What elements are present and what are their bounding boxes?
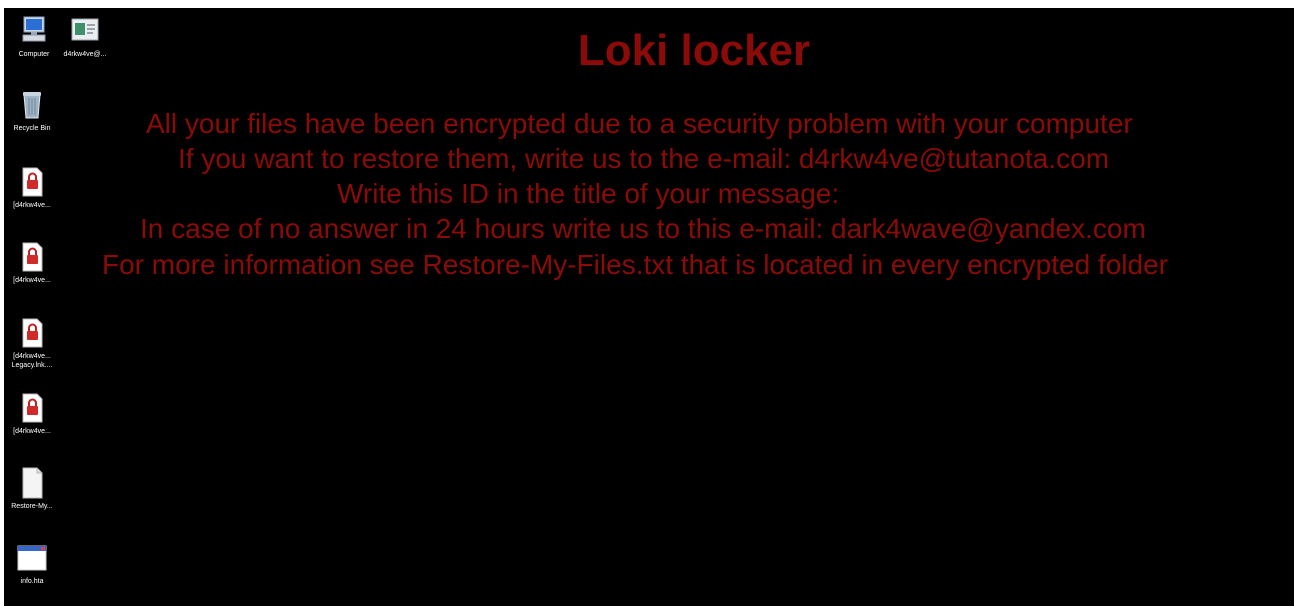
ransom-note-line: Write this ID in the title of your messa…	[337, 178, 840, 209]
ransom-note-line: If you want to restore them, write us to…	[178, 143, 1110, 174]
ransom-note-title: Loki locker	[577, 26, 811, 75]
ransom-note-line: All your files have been encrypted due t…	[146, 108, 1133, 139]
desktop: Computer d4rkw4ve@... Recycle Bin [d4rkw…	[4, 8, 1294, 606]
ransom-note: Loki locker All your files have been enc…	[4, 8, 1294, 606]
ransom-note-line: For more information see Restore-My-File…	[102, 249, 1168, 280]
ransom-note-line: In case of no answer in 24 hours write u…	[140, 213, 1146, 244]
